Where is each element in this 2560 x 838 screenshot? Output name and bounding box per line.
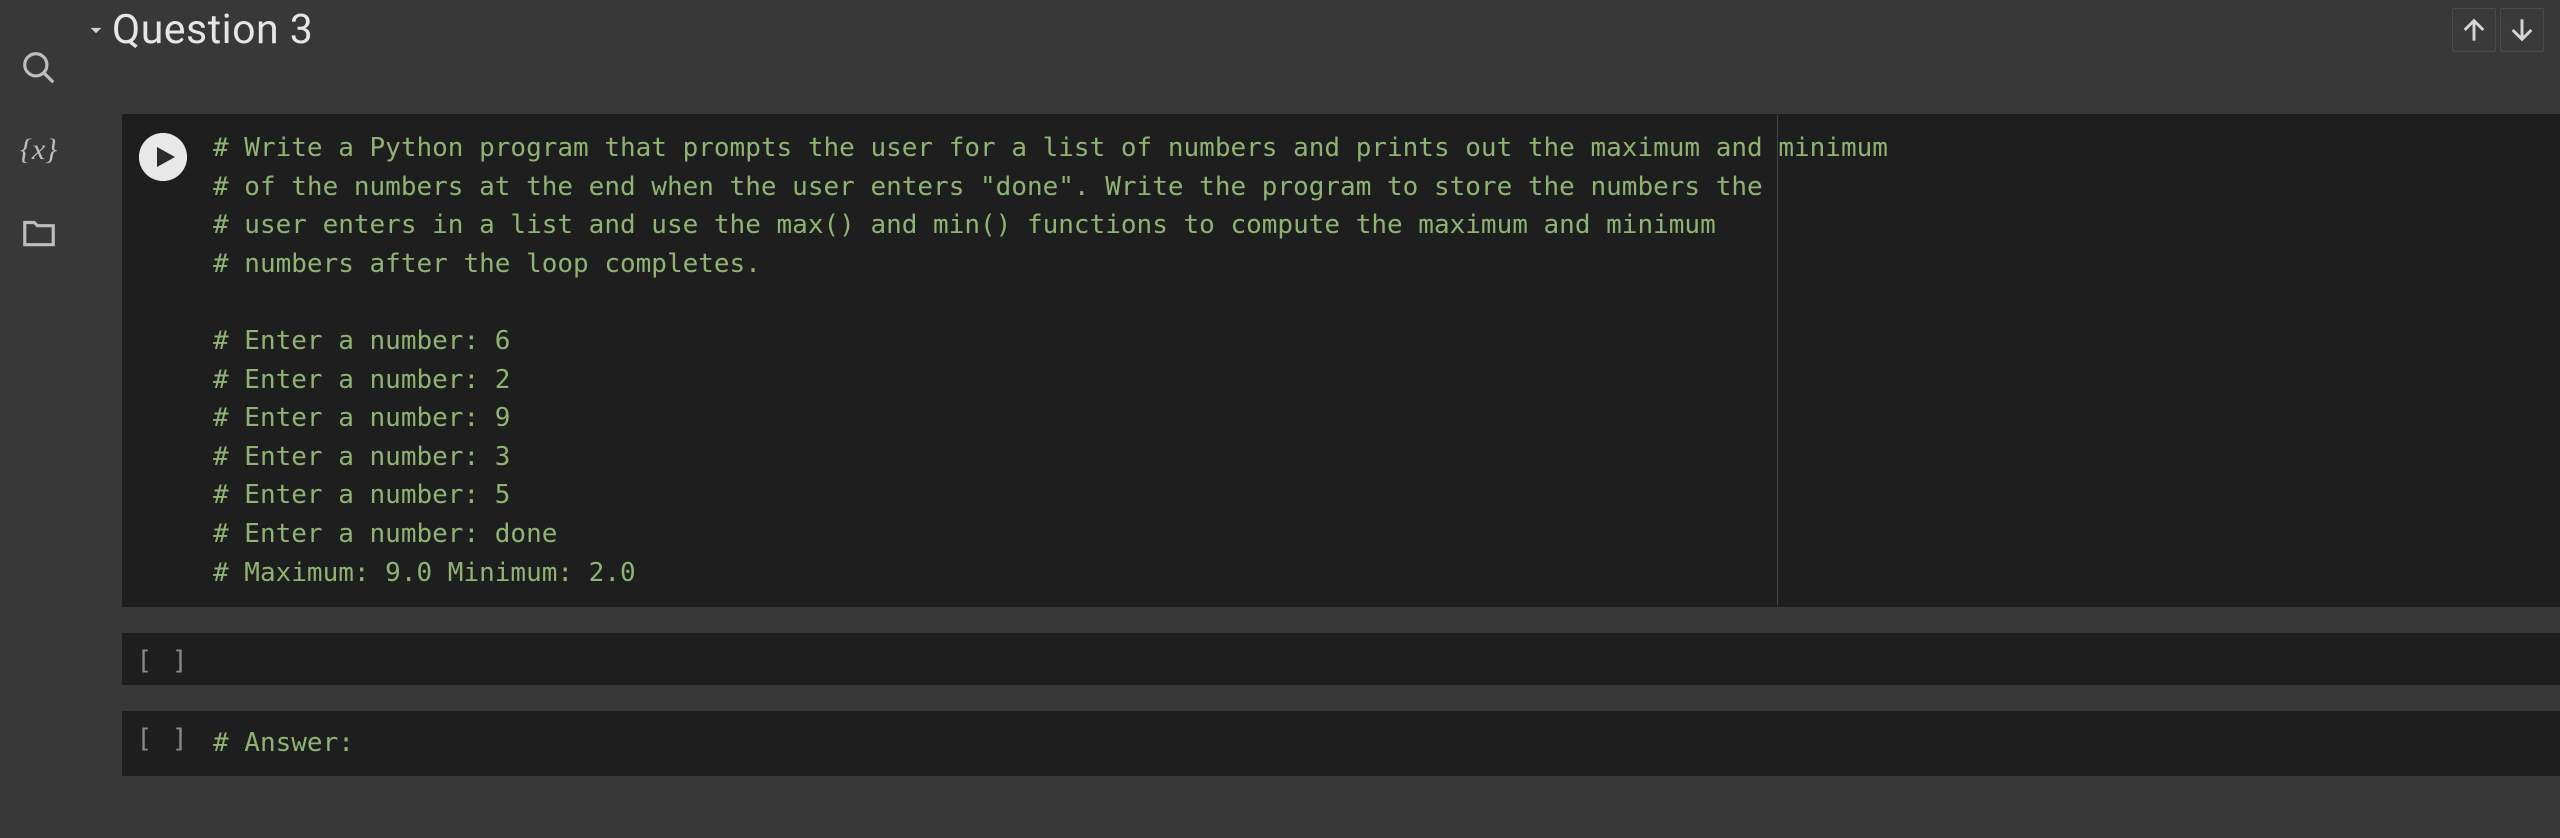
run-cell-button[interactable]: [139, 133, 187, 181]
collapse-section-icon[interactable]: [82, 16, 110, 44]
files-icon[interactable]: [19, 212, 59, 252]
code-text[interactable]: # Answer:: [213, 724, 2559, 763]
search-icon[interactable]: [19, 48, 59, 88]
left-sidebar: {x}: [0, 0, 78, 838]
cell-gutter: [123, 115, 203, 181]
move-cell-down-button[interactable]: [2500, 8, 2544, 52]
section-header: Question 3: [78, 0, 2560, 60]
app-root: {x} Question 3: [0, 0, 2560, 838]
code-body[interactable]: # Write a Python program that prompts th…: [203, 115, 2559, 606]
header-actions: [2452, 0, 2544, 60]
section-title: Question 3: [112, 6, 313, 54]
main-area: Question 3: [78, 0, 2560, 838]
move-cell-up-button[interactable]: [2452, 8, 2496, 52]
cells-area: # Write a Python program that prompts th…: [78, 60, 2560, 838]
cell-gutter: [ ]: [123, 712, 203, 754]
variables-glyph: {x}: [20, 133, 57, 167]
variables-icon[interactable]: {x}: [19, 130, 59, 170]
editor-ruler: [1777, 115, 1778, 606]
code-cell-active[interactable]: # Write a Python program that prompts th…: [122, 114, 2560, 607]
execution-count: [ ]: [137, 724, 190, 754]
code-text[interactable]: # Write a Python program that prompts th…: [213, 129, 2559, 592]
execution-count: [ ]: [137, 646, 190, 676]
code-cell-empty[interactable]: [ ]: [122, 633, 2560, 685]
cell-gutter: [ ]: [123, 634, 203, 676]
code-body[interactable]: [203, 634, 2559, 658]
code-cell-answer[interactable]: [ ] # Answer:: [122, 711, 2560, 776]
code-body[interactable]: # Answer:: [203, 712, 2559, 775]
